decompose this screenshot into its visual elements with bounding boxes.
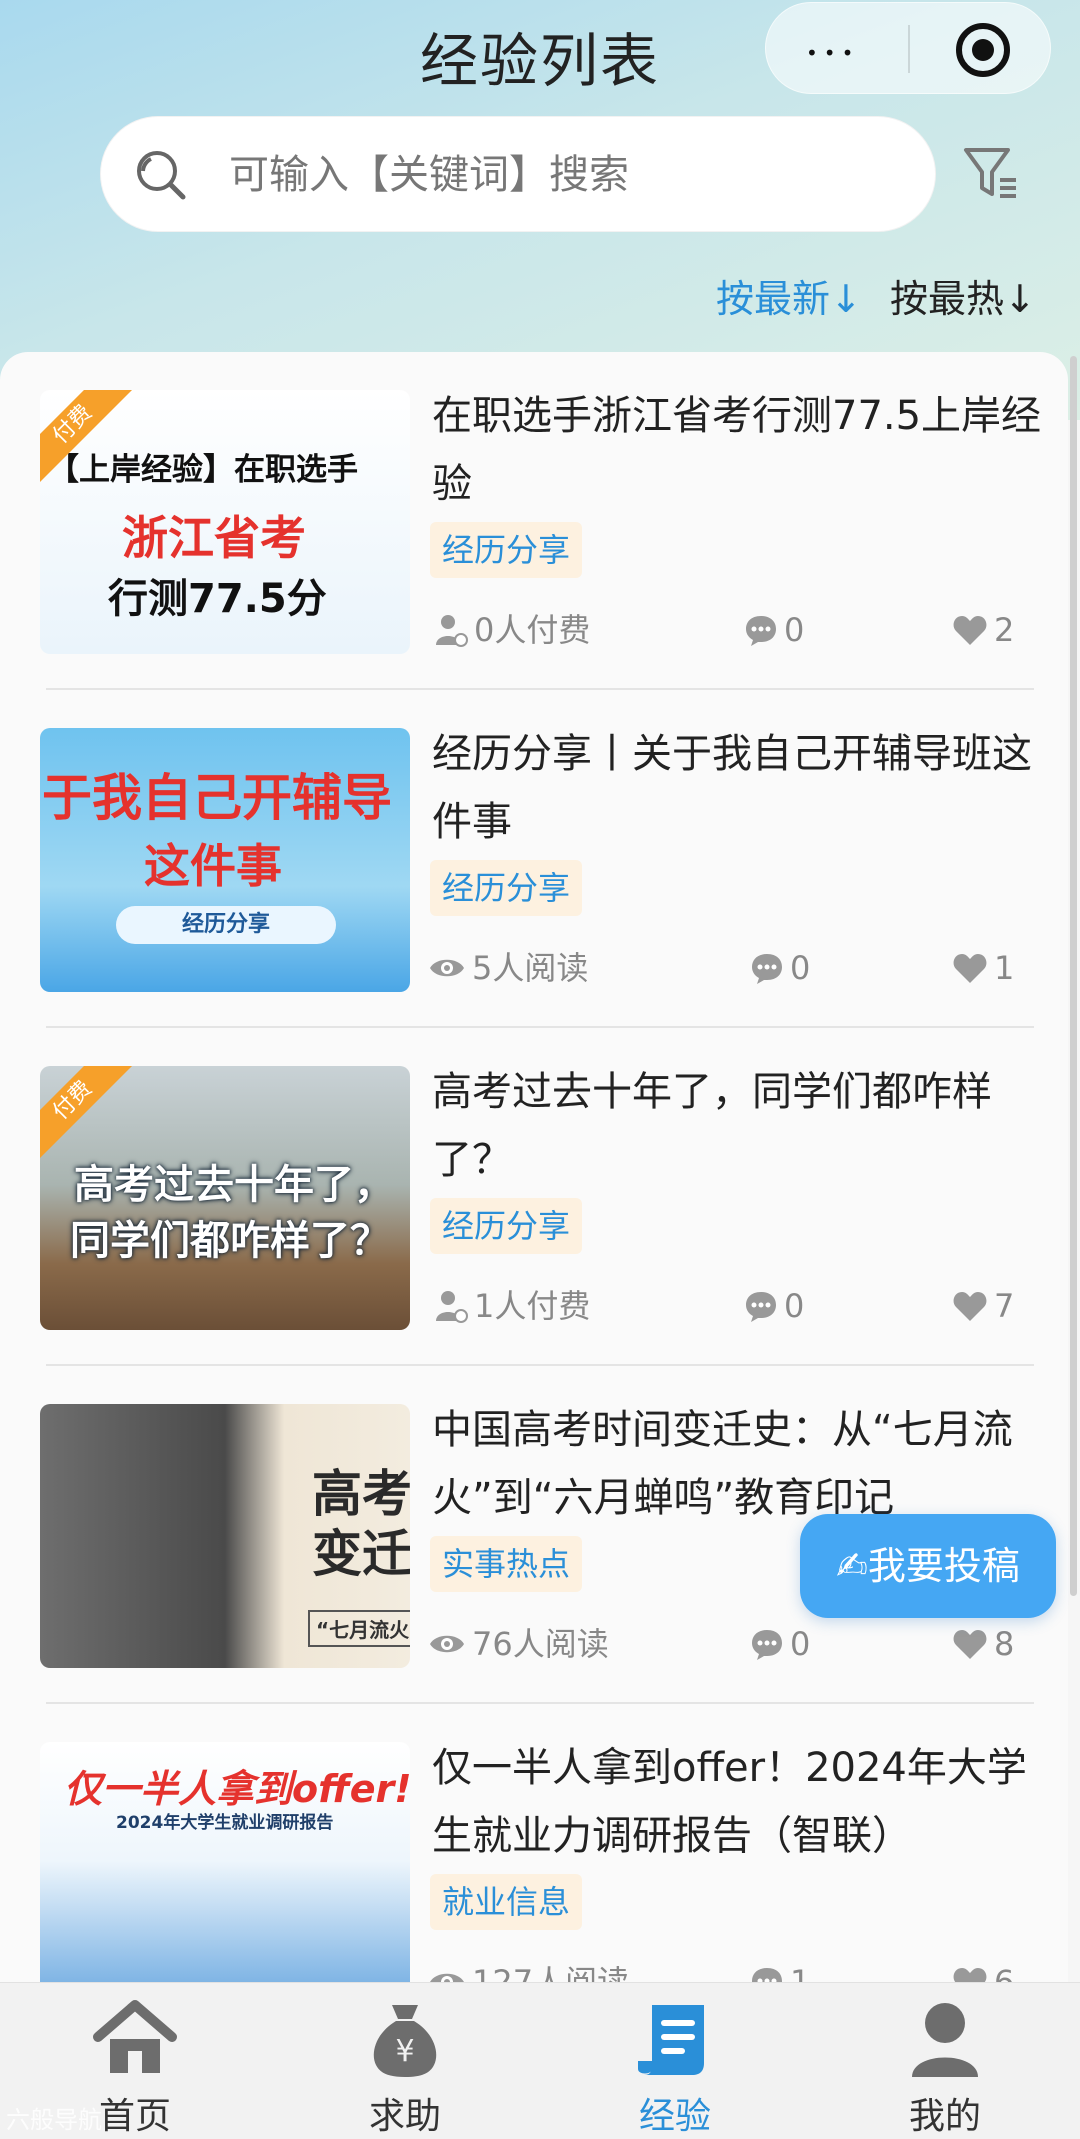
thumbnail-text: 浙江省考 [122, 511, 306, 565]
read-count: 127人阅读 [428, 1958, 629, 1982]
like-count[interactable]: 8 [952, 1620, 1014, 1664]
heart-icon [953, 1292, 987, 1321]
comment-icon [752, 1968, 782, 1982]
comment-icon [752, 1630, 782, 1660]
list-item[interactable]: 于我自己开辅导 这件事 经历分享 经历分享丨关于我自己开辅导班这件事 经历分享 … [0, 690, 1068, 1028]
mini-program-capsule: ••• [765, 2, 1051, 94]
thumbnail-text: 同学们都咋样了？ [70, 1218, 390, 1264]
list-item[interactable]: 【上岸经验】在职选手 浙江省考 行测77.5分 付费 在职选手浙江省考行测77.… [0, 352, 1068, 690]
eye-icon [430, 959, 464, 977]
article-thumbnail: 于我自己开辅导 这件事 经历分享 [40, 728, 410, 992]
heart-icon [953, 616, 987, 645]
scrollbar[interactable] [1070, 356, 1077, 1596]
tab-mine[interactable]: 我的 [810, 1983, 1080, 2139]
comment-count: 1 [750, 1958, 810, 1982]
list-item[interactable]: 仅一半人拿到offer! 2024年大学生就业调研报告 仅一半人拿到offer！… [0, 1704, 1068, 1982]
close-target-icon[interactable] [956, 23, 1010, 77]
article-thumbnail: 高考过去十年了， 同学们都咋样了？ 付费 [40, 1066, 410, 1330]
paid-count: 1人付费 [434, 1282, 590, 1326]
thumbnail-text: 于我自己开辅导 [42, 769, 392, 827]
search-input[interactable] [229, 143, 869, 207]
comment-icon [746, 616, 776, 646]
heart-icon [953, 1630, 987, 1659]
thumbnail-text: 经历分享 [116, 906, 336, 944]
home-icon [93, 2000, 177, 2073]
user-pay-icon [436, 1291, 468, 1323]
thumbnail-text: 行测77.5分 [108, 576, 327, 622]
sort-hottest-button[interactable]: 按最热↓ [890, 268, 1036, 323]
capsule-divider [908, 25, 910, 73]
more-menu-button[interactable]: ••• [806, 41, 859, 65]
tab-label: 求助 [368, 2096, 441, 2137]
comment-count: 0 [744, 606, 804, 650]
category-tag: 经历分享 [430, 860, 583, 916]
filter-icon[interactable] [962, 144, 1020, 202]
comment-count: 0 [750, 1620, 810, 1664]
thumbnail-text: “七月流火” [308, 1610, 410, 1647]
thumbnail-text: 这件事 [144, 839, 282, 893]
like-count[interactable]: 6 [952, 1958, 1014, 1982]
article-list: 【上岸经验】在职选手 浙江省考 行测77.5分 付费 在职选手浙江省考行测77.… [0, 352, 1068, 1982]
thumbnail-text: 高考过去十年了， [74, 1162, 394, 1208]
comment-icon [746, 1292, 776, 1322]
article-thumbnail: 仅一半人拿到offer! 2024年大学生就业调研报告 [40, 1742, 410, 1982]
article-title[interactable]: 高考过去十年了，同学们都咋样了？ [432, 1058, 1042, 1194]
eye-icon [430, 1973, 464, 1982]
category-tag: 就业信息 [430, 1874, 583, 1930]
comment-icon [752, 954, 782, 984]
thumbnail-text: 【上岸经验】在职选手 [48, 452, 358, 488]
article-title[interactable]: 仅一半人拿到offer！2024年大学生就业力调研报告（智联） [432, 1734, 1042, 1870]
like-count[interactable]: 1 [952, 944, 1014, 988]
read-count: 5人阅读 [428, 944, 588, 988]
article-thumbnail: 【上岸经验】在职选手 浙江省考 行测77.5分 付费 [40, 390, 410, 654]
paid-count: 0人付费 [434, 606, 590, 650]
document-icon [638, 2005, 704, 2075]
user-pay-icon [436, 615, 468, 647]
tab-label: 我的 [908, 2096, 981, 2137]
article-title[interactable]: 在职选手浙江省考行测77.5上岸经验 [432, 382, 1042, 518]
watermark: 六般导航 [6, 2106, 102, 2134]
tab-help[interactable]: ¥ 求助 [270, 1983, 540, 2139]
article-title[interactable]: 中国高考时间变迁史：从“七月流火”到“六月蝉鸣”教育印记 [432, 1396, 1042, 1532]
search-bar [100, 116, 936, 232]
list-item[interactable]: 高考过去十年了， 同学们都咋样了？ 付费 高考过去十年了，同学们都咋样了？ 经历… [0, 1028, 1068, 1366]
comment-count: 0 [744, 1282, 804, 1326]
thumbnail-text: 变迁 [312, 1524, 410, 1583]
bottom-tab-bar: 首页 ¥ 求助 经验 我的 [0, 1982, 1080, 2139]
eye-icon [430, 1635, 464, 1653]
submit-post-button[interactable]: ✍我要投稿 [800, 1514, 1056, 1618]
article-title[interactable]: 经历分享丨关于我自己开辅导班这件事 [432, 720, 1042, 856]
category-tag: 经历分享 [430, 522, 583, 578]
category-tag: 实事热点 [430, 1536, 583, 1592]
heart-icon [953, 1968, 987, 1982]
money-bag-icon: ¥ [373, 2005, 437, 2077]
category-tag: 经历分享 [430, 1198, 583, 1254]
svg-text:¥: ¥ [395, 2034, 414, 2069]
search-icon [137, 151, 186, 200]
thumbnail-text: 仅一半人拿到offer! [64, 1767, 410, 1811]
article-thumbnail: 高考 变迁 “七月流火” [40, 1404, 410, 1668]
thumbnail-text: 2024年大学生就业调研报告 [116, 1813, 334, 1833]
tab-experience[interactable]: 经验 [540, 1983, 810, 2139]
like-count[interactable]: 7 [952, 1282, 1014, 1326]
user-icon [912, 2003, 978, 2077]
like-count[interactable]: 2 [952, 606, 1014, 650]
tab-label: 经验 [638, 2096, 711, 2137]
comment-count: 0 [750, 944, 810, 988]
read-count: 76人阅读 [428, 1620, 609, 1664]
heart-icon [953, 954, 987, 983]
sort-newest-button[interactable]: 按最新↓ [716, 268, 862, 323]
